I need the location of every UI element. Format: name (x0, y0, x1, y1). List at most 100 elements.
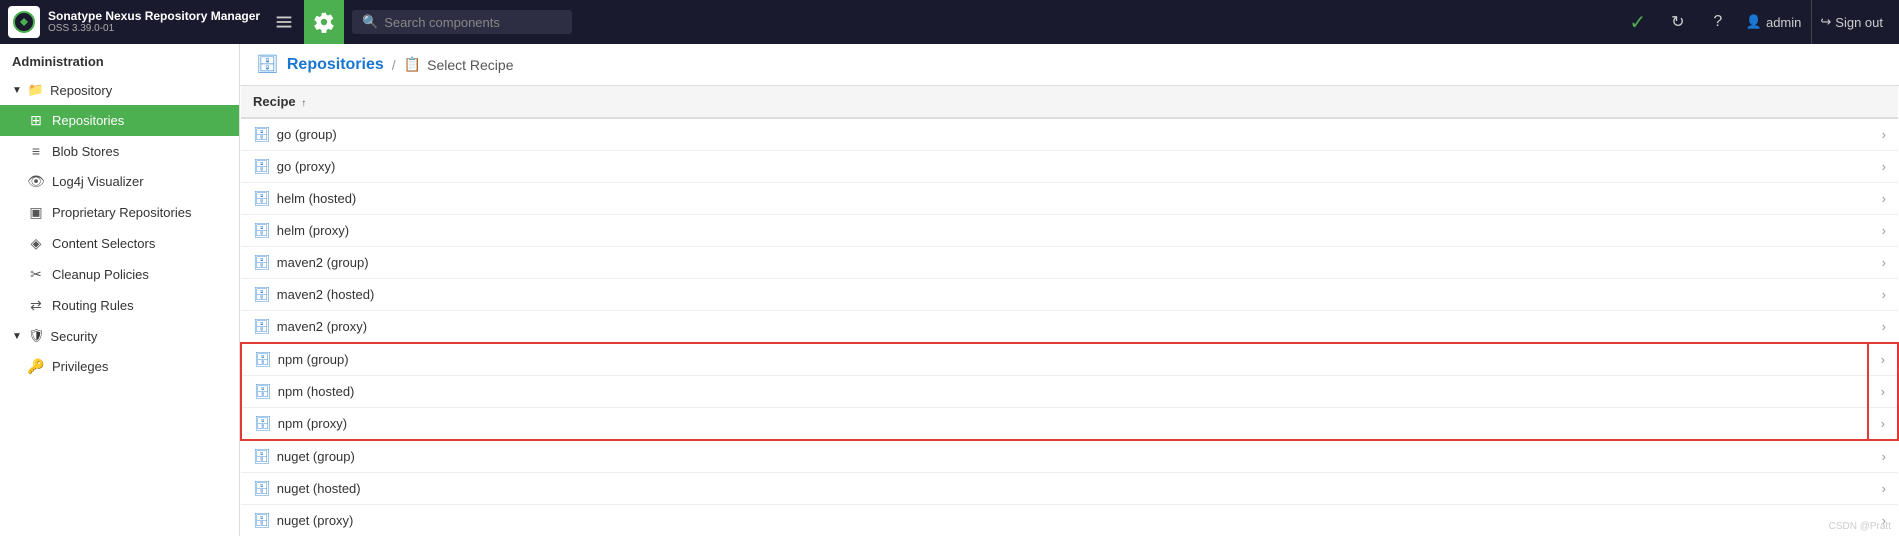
sidebar-proprietary-label: Proprietary Repositories (52, 205, 191, 220)
sidebar-item-proprietary[interactable]: ▣ Proprietary Repositories (0, 197, 239, 228)
table-row[interactable]: 🗄 go (group) › (241, 118, 1898, 151)
help-icon[interactable]: ? (1700, 4, 1736, 40)
table-row[interactable]: 🗄nuget (proxy)› (241, 505, 1898, 536)
search-input[interactable] (384, 15, 562, 30)
logo-icon (8, 6, 40, 38)
row-arrow-cell[interactable]: › (1868, 118, 1898, 151)
table-row[interactable]: 🗄npm (hosted) › (241, 376, 1898, 408)
admin-icon-btn[interactable] (304, 0, 344, 44)
table-row[interactable]: 🗄maven2 (proxy)› (241, 311, 1898, 344)
triangle-icon: ▼ (12, 85, 22, 96)
table-row[interactable]: 🗄helm (hosted) › (241, 183, 1898, 215)
recipe-cell: 🗄 nuget (group) (241, 440, 1868, 473)
navbar: Sonatype Nexus Repository Manager OSS 3.… (0, 0, 1899, 44)
table-row[interactable]: 🗄go (proxy) › (241, 151, 1898, 183)
search-box[interactable]: 🔍 (352, 10, 572, 34)
row-arrow-cell[interactable]: › (1868, 473, 1898, 505)
sidebar-group-security[interactable]: ▼ 🛡 Security (0, 321, 239, 351)
row-arrow-cell[interactable]: › (1868, 376, 1898, 408)
row-arrow-icon: › (1881, 416, 1885, 431)
recipe-label: nuget (proxy) (277, 513, 354, 528)
table-row[interactable]: 🗄 nuget (group) › (241, 440, 1898, 473)
row-arrow-cell[interactable]: › (1868, 151, 1898, 183)
user-icon: 👤 (1746, 14, 1762, 30)
row-arrow-icon: › (1882, 255, 1886, 270)
browse-icon-btn[interactable] (264, 0, 304, 44)
recipe-db-icon: 🗄 (254, 351, 272, 367)
recipe-table-container[interactable]: Recipe ↑ 🗄go (group)›🗄go (proxy)›🗄helm (… (240, 86, 1899, 536)
sidebar-item-blob-stores[interactable]: ≡ Blob Stores (0, 136, 239, 166)
signout-btn[interactable]: ↪ Sign out (1811, 0, 1891, 44)
recipe-db-icon: 🗄 (253, 126, 271, 142)
recipe-cell: 🗄npm (proxy) (241, 408, 1868, 441)
sidebar-group-repository[interactable]: ▼ 📁 Repository (0, 75, 239, 105)
recipe-db-icon: 🗄 (253, 480, 271, 496)
row-arrow-icon: › (1882, 159, 1886, 174)
watermark: CSDN @Pratt (1829, 521, 1891, 532)
sidebar-item-routing-rules[interactable]: ⇄ Routing Rules (0, 290, 239, 321)
content-selectors-icon: ◈ (28, 235, 44, 252)
sidebar-item-cleanup-policies[interactable]: ✂ Cleanup Policies (0, 259, 239, 290)
breadcrumb-current-label: Select Recipe (427, 57, 513, 73)
recipe-cell: 🗄npm (hosted) (241, 376, 1868, 408)
recipe-label: npm (group) (278, 352, 349, 367)
row-arrow-icon: › (1882, 287, 1886, 302)
recipe-db-icon: 🗄 (254, 415, 272, 431)
row-arrow-cell[interactable]: › (1868, 440, 1898, 473)
row-arrow-cell[interactable]: › (1868, 215, 1898, 247)
row-arrow-icon: › (1881, 384, 1885, 399)
recipe-db-icon: 🗄 (253, 318, 271, 334)
row-arrow-cell[interactable]: › (1868, 311, 1898, 344)
main-content: 🗄 Repositories / 📋 Select Recipe Recipe … (240, 44, 1899, 536)
search-icon: 🔍 (362, 14, 378, 30)
log4j-icon: 👁 (28, 173, 44, 190)
sidebar-security-label: Security (50, 329, 97, 344)
table-row[interactable]: 🗄maven2 (group)› (241, 247, 1898, 279)
table-row[interactable]: 🗄helm (proxy)› (241, 215, 1898, 247)
row-arrow-cell[interactable]: › (1868, 279, 1898, 311)
recipe-cell: 🗄 nuget (proxy) (241, 505, 1868, 536)
recipe-db-icon: 🗄 (254, 383, 272, 399)
column-recipe[interactable]: Recipe ↑ (241, 86, 1868, 118)
recipe-db-icon: 🗄 (253, 254, 271, 270)
table-row[interactable]: 🗄 npm (group) › (241, 343, 1898, 376)
sidebar-item-repositories[interactable]: ⊞ Repositories (0, 105, 239, 136)
recipe-db-icon: 🗄 (253, 512, 271, 528)
breadcrumb-db-icon: 🗄 (256, 54, 279, 75)
column-action (1868, 86, 1898, 118)
sidebar-item-privileges[interactable]: 🔑 Privileges (0, 351, 239, 382)
recipe-label: helm (proxy) (277, 223, 349, 238)
sidebar-item-content-selectors[interactable]: ◈ Content Selectors (0, 228, 239, 259)
breadcrumb-separator: / (392, 57, 396, 73)
recipe-label: nuget (group) (277, 449, 355, 464)
sidebar-item-log4j[interactable]: 👁 Log4j Visualizer (0, 166, 239, 197)
sidebar-blob-stores-label: Blob Stores (52, 144, 119, 159)
signout-label: Sign out (1835, 15, 1883, 30)
username-label: admin (1766, 15, 1801, 30)
recipe-label: go (group) (277, 127, 337, 142)
table-row[interactable]: 🗄maven2 (hosted)› (241, 279, 1898, 311)
table-row[interactable]: 🗄npm (proxy) › (241, 408, 1898, 441)
row-arrow-cell[interactable]: › (1868, 343, 1898, 376)
recipe-db-icon: 🗄 (253, 158, 271, 174)
row-arrow-cell[interactable]: › (1868, 183, 1898, 215)
table-row[interactable]: 🗄nuget (hosted)› (241, 473, 1898, 505)
row-arrow-icon: › (1882, 127, 1886, 142)
recipe-db-icon: 🗄 (253, 448, 271, 464)
refresh-icon[interactable]: ↻ (1660, 4, 1696, 40)
breadcrumb-link[interactable]: Repositories (287, 56, 384, 74)
row-arrow-icon: › (1882, 481, 1886, 496)
sort-arrow-icon: ↑ (301, 98, 306, 109)
breadcrumb-current-icon: 📋 (404, 56, 421, 73)
recipe-cell: 🗄go (proxy) (241, 151, 1868, 183)
row-arrow-icon: › (1882, 191, 1886, 206)
user-menu-btn[interactable]: 👤 admin (1740, 14, 1808, 30)
row-arrow-cell[interactable]: › (1868, 408, 1898, 441)
security-folder-icon: 🛡 (28, 328, 45, 344)
recipe-db-icon: 🗄 (253, 190, 271, 206)
recipe-cell: 🗄 go (group) (241, 118, 1868, 151)
recipe-cell: 🗄helm (hosted) (241, 183, 1868, 215)
sidebar-routing-label: Routing Rules (52, 298, 134, 313)
app-title: Sonatype Nexus Repository Manager (48, 9, 260, 23)
row-arrow-cell[interactable]: › (1868, 247, 1898, 279)
